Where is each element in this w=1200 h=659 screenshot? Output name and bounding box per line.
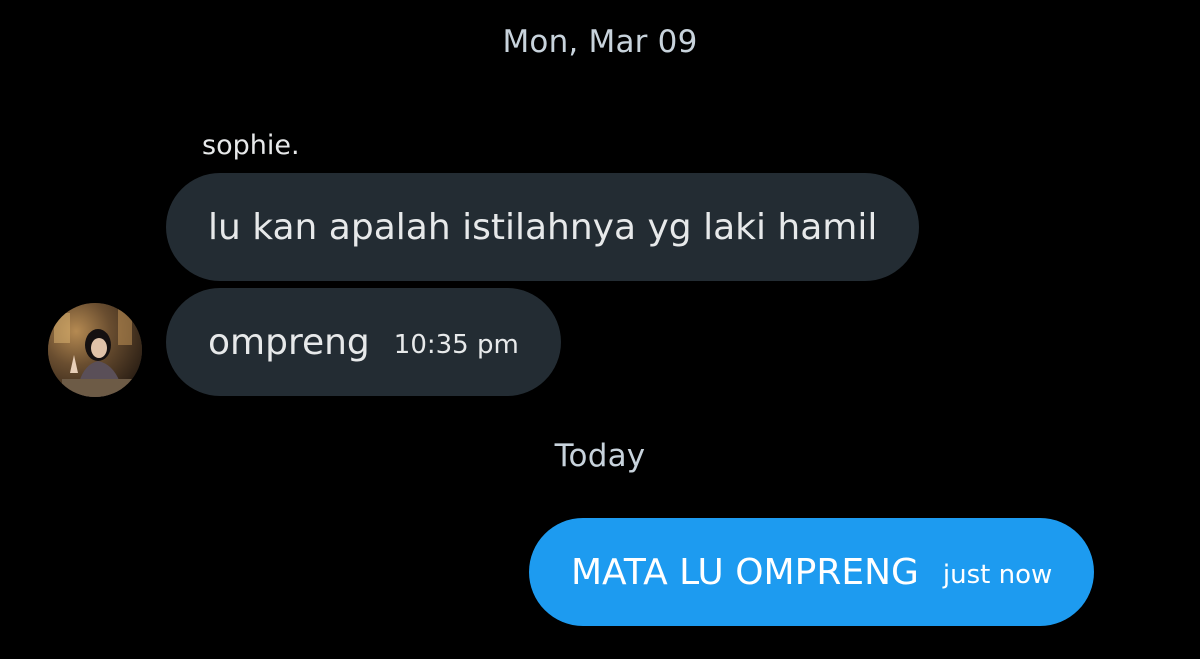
message-bubble-incoming[interactable]: lu kan apalah istilahnya yg laki hamil xyxy=(166,173,920,281)
dm-conversation: Mon, Mar 09 sophie. lu kan apalah istila… xyxy=(0,0,1200,659)
message-text: ompreng xyxy=(208,321,370,363)
message-text: MATA LU OMPRENG xyxy=(571,551,919,593)
message-timestamp: 10:35 pm xyxy=(393,330,519,360)
avatar-photo-icon xyxy=(48,303,142,397)
date-separator: Mon, Mar 09 xyxy=(502,24,698,60)
sender-name: sophie. xyxy=(202,130,300,161)
message-bubble-outgoing[interactable]: MATA LU OMPRENG just now xyxy=(529,518,1095,626)
message-timestamp: just now xyxy=(942,560,1053,590)
avatar[interactable] xyxy=(48,303,142,397)
message-bubble-incoming[interactable]: ompreng 10:35 pm xyxy=(166,288,561,396)
date-separator: Today xyxy=(554,438,646,474)
message-text: lu kan apalah istilahnya yg laki hamil xyxy=(208,206,878,248)
